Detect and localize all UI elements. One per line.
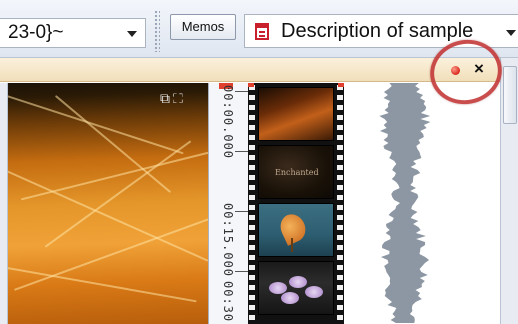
- film-strip[interactable]: Enchanted: [248, 83, 344, 324]
- light-streak: [20, 147, 208, 201]
- video-preview[interactable]: ⧉⛶: [8, 83, 208, 324]
- film-frame[interactable]: [258, 203, 334, 257]
- flower-image: [305, 286, 323, 298]
- film-frame[interactable]: [258, 87, 334, 141]
- ruler-tick: [235, 151, 248, 152]
- waveform-shape: [379, 83, 431, 323]
- light-streak: [8, 93, 184, 155]
- ruler-tick: [235, 91, 248, 92]
- ruler-tick: [235, 211, 248, 212]
- timecode-label: 00:30: [221, 281, 235, 323]
- side-tab-button[interactable]: [503, 66, 517, 124]
- right-side-strip: [500, 58, 518, 324]
- fullscreen-icon[interactable]: ⛶: [173, 90, 186, 106]
- ruler-tick: [235, 271, 248, 272]
- description-combo-value: Description of sample: [281, 20, 474, 42]
- flower-image: [289, 276, 307, 288]
- time-ruler[interactable]: 00:00.000 00:15.000 00:30: [208, 83, 248, 324]
- memos-button[interactable]: Memos: [170, 14, 236, 40]
- chevron-down-icon[interactable]: [127, 31, 137, 37]
- flower-image: [281, 292, 299, 304]
- panel-header: ×: [0, 58, 500, 82]
- timecode-label: 00:00.000: [221, 85, 235, 160]
- film-frame[interactable]: Enchanted: [258, 145, 334, 199]
- leaf-image: [276, 210, 310, 246]
- leaf-stem: [291, 238, 293, 252]
- film-frame[interactable]: [258, 261, 334, 315]
- frame-caption: Enchanted: [275, 168, 319, 177]
- version-combo-value: 23-0}~: [8, 22, 64, 43]
- audio-waveform: [379, 83, 431, 323]
- popout-icon[interactable]: ⧉: [160, 90, 173, 106]
- sprocket-holes-left: [248, 83, 256, 324]
- light-streak: [13, 217, 208, 291]
- chevron-down-icon[interactable]: [506, 30, 516, 36]
- document-icon: [255, 23, 269, 40]
- timecode-label: 00:15.000: [221, 203, 235, 278]
- light-streak: [8, 265, 197, 303]
- light-streak: [8, 166, 208, 262]
- left-edge-strip: [0, 83, 8, 324]
- sprocket-holes-right: [336, 83, 344, 324]
- audio-waveform-panel[interactable]: [344, 83, 500, 324]
- video-controls: ⧉⛶: [160, 89, 200, 107]
- version-combo[interactable]: 23-0}~: [0, 18, 146, 48]
- toolbar-grip-handle[interactable]: [154, 10, 160, 52]
